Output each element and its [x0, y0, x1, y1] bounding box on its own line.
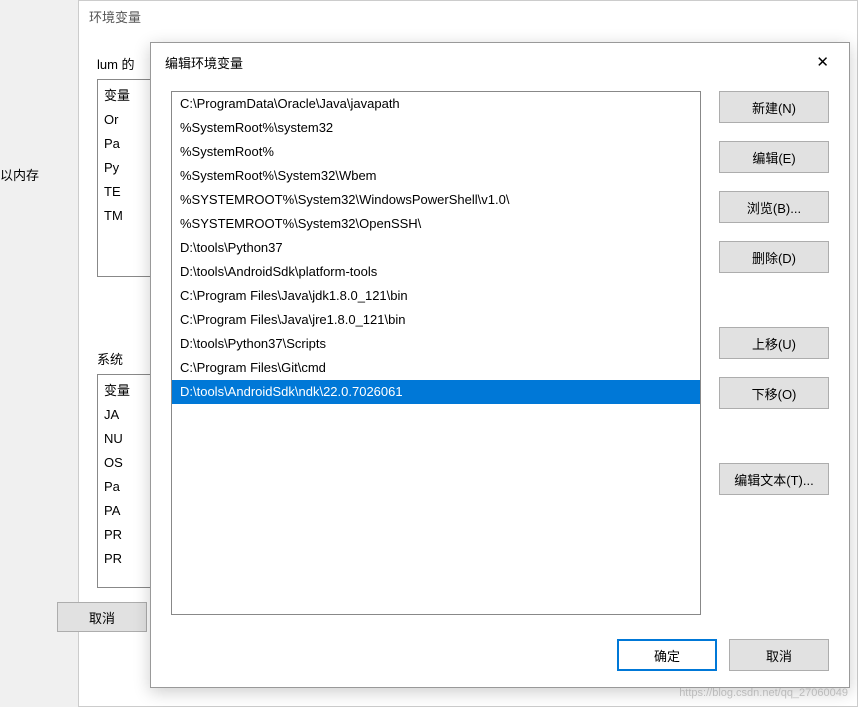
edit-env-var-dialog: 编辑环境变量 ✕ C:\ProgramData\Oracle\Java\java…	[150, 42, 850, 688]
move-up-button[interactable]: 上移(U)	[719, 327, 829, 359]
side-buttons: 新建(N) 编辑(E) 浏览(B)... 删除(D) 上移(U) 下移(O) 编…	[719, 91, 829, 615]
background-label: 以内存	[0, 165, 39, 184]
ok-button[interactable]: 确定	[617, 639, 717, 671]
path-item[interactable]: D:\tools\AndroidSdk\platform-tools	[172, 260, 700, 284]
path-item[interactable]: C:\Program Files\Git\cmd	[172, 356, 700, 380]
edit-button[interactable]: 编辑(E)	[719, 141, 829, 173]
path-item[interactable]: D:\tools\AndroidSdk\ndk\22.0.7026061	[172, 380, 700, 404]
close-icon[interactable]: ✕	[810, 51, 835, 73]
edit-text-button[interactable]: 编辑文本(T)...	[719, 463, 829, 495]
move-down-button[interactable]: 下移(O)	[719, 377, 829, 409]
path-item[interactable]: D:\tools\Python37\Scripts	[172, 332, 700, 356]
dialog-header: 编辑环境变量 ✕	[151, 43, 849, 81]
path-item[interactable]: %SYSTEMROOT%\System32\OpenSSH\	[172, 212, 700, 236]
dialog-title: 编辑环境变量	[165, 53, 243, 72]
path-item[interactable]: C:\Program Files\Java\jdk1.8.0_121\bin	[172, 284, 700, 308]
path-item[interactable]: %SystemRoot%\system32	[172, 116, 700, 140]
parent-dialog-title: 环境变量	[79, 1, 857, 32]
delete-button[interactable]: 删除(D)	[719, 241, 829, 273]
new-button[interactable]: 新建(N)	[719, 91, 829, 123]
path-listbox[interactable]: C:\ProgramData\Oracle\Java\javapath%Syst…	[171, 91, 701, 615]
cancel-button[interactable]: 取消	[729, 639, 829, 671]
path-item[interactable]: D:\tools\Python37	[172, 236, 700, 260]
path-item[interactable]: C:\Program Files\Java\jre1.8.0_121\bin	[172, 308, 700, 332]
dialog-footer: 确定 取消	[151, 631, 849, 687]
parent-cancel-button[interactable]: 取消	[57, 602, 147, 632]
path-item[interactable]: %SystemRoot%	[172, 140, 700, 164]
path-item[interactable]: C:\ProgramData\Oracle\Java\javapath	[172, 92, 700, 116]
path-item[interactable]: %SystemRoot%\System32\Wbem	[172, 164, 700, 188]
browse-button[interactable]: 浏览(B)...	[719, 191, 829, 223]
path-item[interactable]: %SYSTEMROOT%\System32\WindowsPowerShell\…	[172, 188, 700, 212]
